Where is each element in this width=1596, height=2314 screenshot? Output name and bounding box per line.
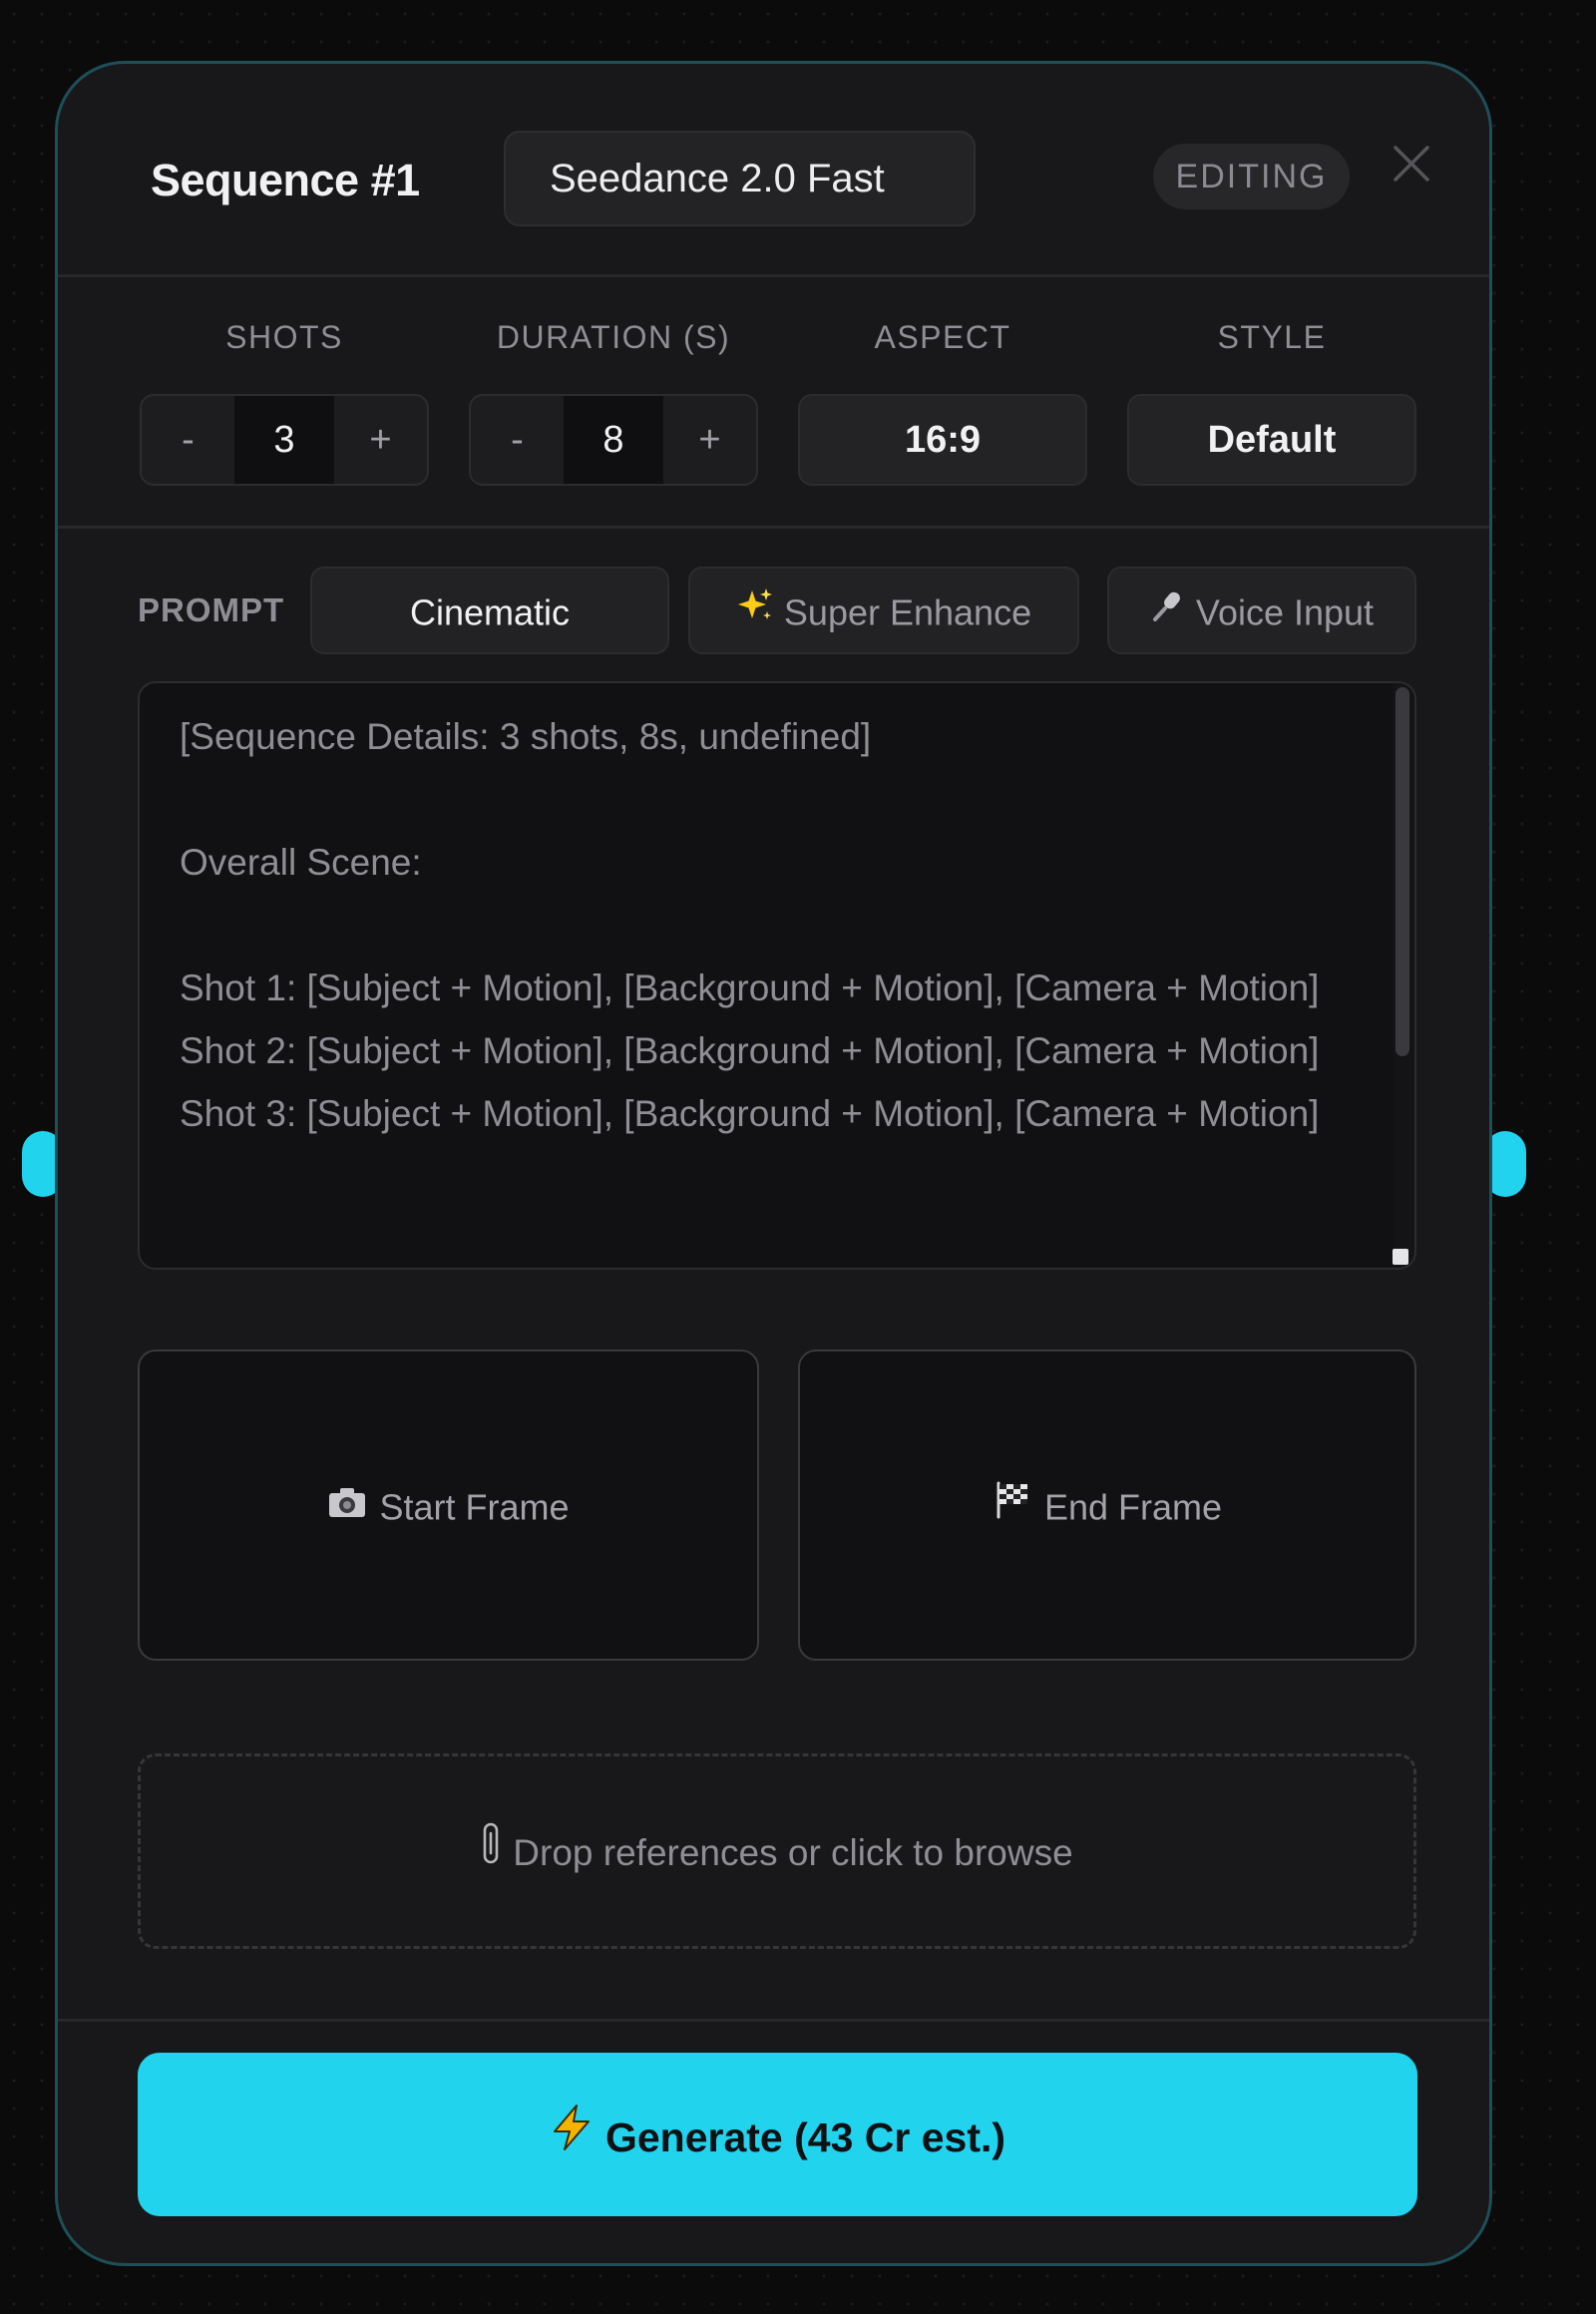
reference-drop-zone[interactable]: Drop references or click to browse <box>138 1753 1416 1949</box>
end-frame-upload[interactable]: End Frame <box>798 1350 1416 1661</box>
shots-label: SHOTS <box>225 319 343 355</box>
checkered-flag-icon <box>993 1353 1032 1661</box>
generate-button[interactable]: Generate (43 Cr est.) <box>138 2053 1417 2216</box>
end-frame-label: End Frame <box>1043 1486 1223 1528</box>
duration-value[interactable]: 8 <box>564 396 663 484</box>
paperclip-icon <box>481 1758 501 1948</box>
duration-label: DURATION (S) <box>496 319 731 355</box>
prompt-text: [Sequence Details: 3 shots, 8s, undefine… <box>180 716 1320 1134</box>
close-icon[interactable] <box>1388 140 1435 188</box>
aspect-select[interactable]: 16:9 <box>798 394 1087 486</box>
prompt-preset-label: Cinematic <box>409 591 571 633</box>
shots-decrement-button[interactable]: - <box>142 396 234 484</box>
drop-zone-label: Drop references or click to browse <box>513 1832 1073 1874</box>
prompt-label: PROMPT <box>138 591 285 628</box>
super-enhance-label: Super Enhance <box>783 591 1032 633</box>
camera-icon <box>327 1353 367 1661</box>
super-enhance-button[interactable]: Super Enhance <box>688 567 1079 654</box>
status-badge: EDITING <box>1153 144 1350 209</box>
duration-increment-button[interactable]: + <box>663 396 756 484</box>
duration-stepper: - 8 + <box>469 394 758 486</box>
microphone-icon <box>1150 571 1186 654</box>
shots-increment-button[interactable]: + <box>334 396 427 484</box>
generate-label: Generate (43 Cr est.) <box>604 2115 1006 2161</box>
style-label: STYLE <box>1217 319 1327 355</box>
footer-divider <box>58 2019 1489 2022</box>
duration-decrement-button[interactable]: - <box>471 396 564 484</box>
prompt-preset-select[interactable]: Cinematic <box>310 567 669 654</box>
start-frame-upload[interactable]: Start Frame <box>138 1350 759 1661</box>
start-frame-label: Start Frame <box>379 1486 570 1528</box>
voice-input-label: Voice Input <box>1195 591 1375 633</box>
style-select[interactable]: Default <box>1127 394 1416 486</box>
shots-stepper: - 3 + <box>140 394 429 486</box>
header-divider <box>58 274 1489 277</box>
voice-input-button[interactable]: Voice Input <box>1107 567 1416 654</box>
prompt-textarea[interactable]: [Sequence Details: 3 shots, 8s, undefine… <box>138 681 1416 1270</box>
sequence-title: Sequence #1 <box>151 155 420 205</box>
prompt-scrollbar[interactable] <box>1393 683 1414 1268</box>
prompt-scroll-thumb[interactable] <box>1396 687 1409 1056</box>
sequence-editor-card: Sequence #1 Seedance 2.0 Fast EDITING SH… <box>55 61 1492 2266</box>
params-divider <box>58 526 1489 529</box>
aspect-label: ASPECT <box>874 319 1011 355</box>
shots-value[interactable]: 3 <box>234 396 334 484</box>
sparkles-icon <box>736 571 774 654</box>
resize-handle-icon[interactable] <box>1393 1249 1408 1265</box>
lightning-icon <box>550 2056 594 2219</box>
model-selector[interactable]: Seedance 2.0 Fast <box>504 131 976 226</box>
